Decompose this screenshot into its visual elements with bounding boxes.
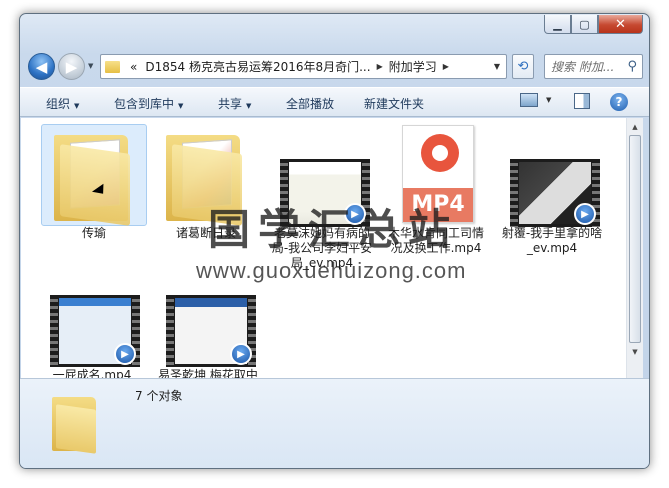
preview-pane-button[interactable]: [574, 93, 590, 109]
search-placeholder: 搜索 附加...: [551, 60, 615, 74]
command-bar: 组织 ▼ 包含到库中 ▼ 共享 ▼ 全部播放 新建文件夹 ▼ ?: [20, 87, 649, 117]
play-all-button[interactable]: 全部播放: [278, 95, 342, 112]
view-icon: [520, 93, 538, 107]
folder-icon: [54, 131, 132, 226]
back-button[interactable]: ◀: [28, 53, 55, 80]
organize-menu[interactable]: 组织 ▼: [38, 95, 87, 112]
video-thumbnail: ▶: [155, 280, 261, 368]
forward-button[interactable]: ▶: [58, 53, 85, 80]
watermark-url: www.guoxuehuizong.com: [196, 258, 467, 283]
change-view-button[interactable]: ▼: [520, 93, 551, 107]
breadcrumb-item-current[interactable]: 附加学习: [385, 58, 441, 75]
share-menu[interactable]: 共享 ▼: [210, 95, 259, 112]
chevron-down-icon: ▼: [74, 102, 80, 110]
include-in-library-menu[interactable]: 包含到库中 ▼: [106, 95, 191, 112]
navigation-row: ◀ ▶ ▼ « D1854 杨克亮古易运筹2016年8月奇门... ▶ 附加学习…: [28, 52, 643, 82]
media-player-icon: ▶: [114, 343, 136, 365]
list-item[interactable]: 传瑜: [41, 124, 147, 241]
chevron-down-icon: ▼: [246, 102, 252, 110]
video-thumbnail: ▶: [499, 124, 605, 227]
media-player-icon: ▶: [574, 203, 596, 225]
chevron-down-icon: ▼: [546, 96, 552, 104]
scrollbar-thumb[interactable]: [629, 135, 641, 343]
close-button[interactable]: ✕: [598, 15, 643, 34]
title-bar[interactable]: ▁ ▢ ✕: [20, 14, 649, 44]
include-in-library-label: 包含到库中: [114, 97, 175, 111]
folder-thumbnail: [41, 124, 147, 226]
breadcrumb-separator-icon[interactable]: ▶: [441, 62, 451, 71]
item-count: 7 个对象: [135, 389, 183, 403]
help-icon: ?: [610, 93, 628, 111]
list-item[interactable]: ▶ 射覆-我手里拿的啥_ev.mp4: [499, 124, 605, 256]
chevron-down-icon: ▼: [178, 102, 184, 110]
help-button[interactable]: ?: [610, 93, 628, 111]
item-label: 射覆-我手里拿的啥_ev.mp4: [501, 226, 603, 255]
share-label: 共享: [218, 97, 243, 111]
search-icon[interactable]: ⚲: [627, 59, 637, 74]
address-bar[interactable]: « D1854 杨克亮古易运筹2016年8月奇门... ▶ 附加学习 ▶ ▼: [100, 54, 507, 79]
media-player-icon: ▶: [230, 343, 252, 365]
caption-buttons: ▁ ▢ ✕: [544, 15, 643, 34]
preview-pane-icon: [574, 93, 590, 109]
address-history-chevron-down-icon[interactable]: ▼: [494, 62, 500, 71]
folder-icon: [52, 393, 98, 454]
organize-label: 组织: [46, 97, 71, 111]
item-label: 传瑜: [81, 226, 106, 240]
video-thumbnail: ▶: [39, 280, 145, 368]
watermark-text: 国学汇总站: [208, 205, 459, 254]
breadcrumb-item-parent[interactable]: D1854 杨克亮古易运筹2016年8月奇门...: [141, 58, 374, 75]
refresh-button[interactable]: ⟲: [512, 54, 534, 79]
recent-pages-chevron-down-icon[interactable]: ▼: [88, 62, 93, 70]
minimize-button[interactable]: ▁: [544, 15, 571, 34]
breadcrumb-separator-icon[interactable]: ▶: [375, 62, 385, 71]
details-pane: 7 个对象: [20, 378, 649, 468]
folder-icon: [105, 60, 120, 73]
search-input[interactable]: 搜索 附加... ⚲: [544, 54, 643, 79]
scroll-down-icon[interactable]: ▼: [627, 343, 643, 360]
list-item[interactable]: ▶ 一屁成名.mp4: [39, 280, 145, 383]
vertical-scrollbar[interactable]: ▲ ▼: [626, 118, 643, 378]
new-folder-button[interactable]: 新建文件夹: [356, 95, 432, 112]
maximize-button[interactable]: ▢: [571, 15, 598, 34]
breadcrumb-prefix[interactable]: «: [126, 60, 141, 74]
scroll-up-icon[interactable]: ▲: [627, 118, 643, 135]
